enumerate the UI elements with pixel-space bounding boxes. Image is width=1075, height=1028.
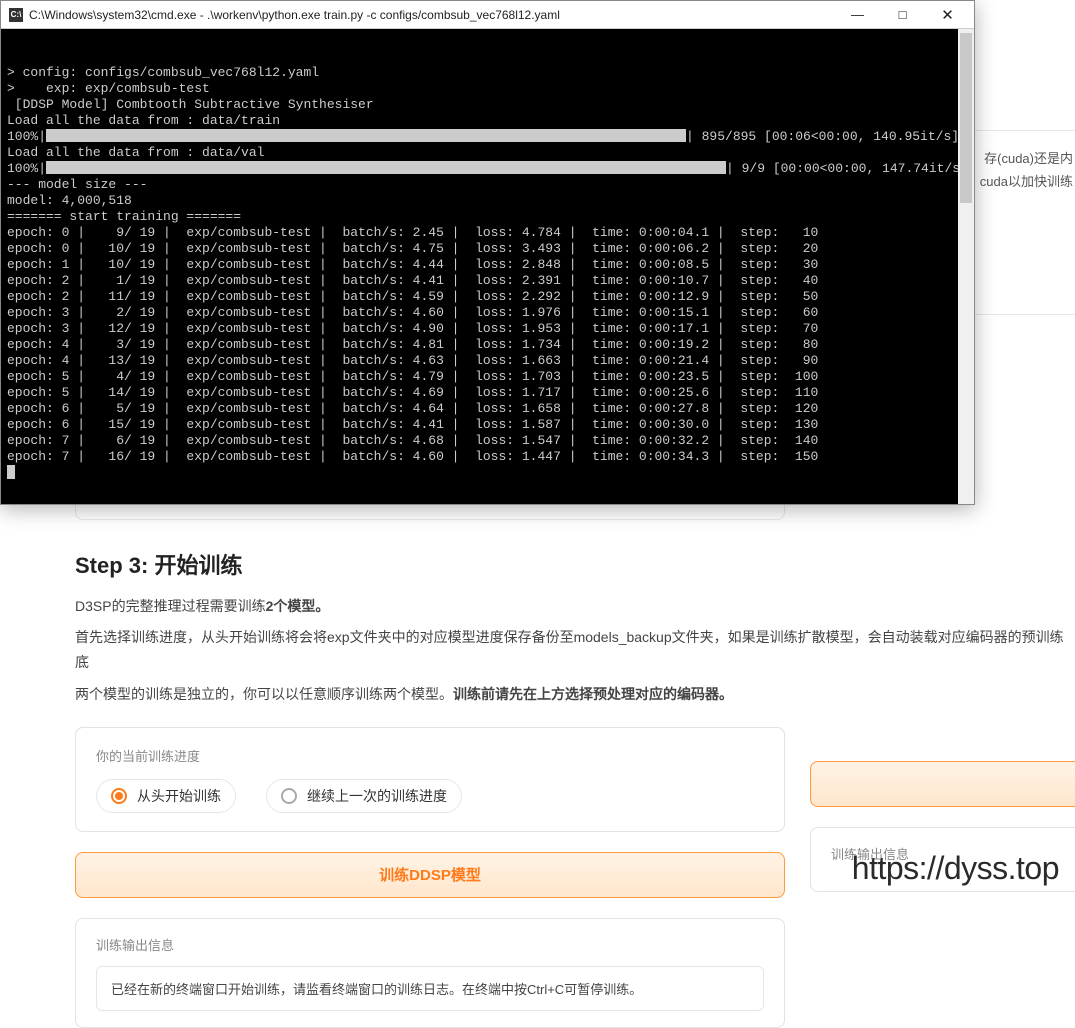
desc1b: 2个模型。 (266, 598, 330, 614)
output-message: 已经在新的终端窗口开始训练，请监看终端窗口的训练日志。在终端中按Ctrl+C可暂… (96, 966, 764, 1011)
training-progress-panel: 你的当前训练进度 从头开始训练 继续上一次的训练进度 (75, 727, 785, 832)
watermark-url: https://dyss.top (852, 850, 1059, 887)
terminal-body[interactable]: > config: configs/combsub_vec768l12.yaml… (1, 29, 974, 504)
desc3a: 两个模型的训练是独立的，你可以以任意顺序训练两个模型。 (75, 686, 453, 702)
radio-icon (111, 788, 127, 804)
radio-continue[interactable]: 继续上一次的训练进度 (266, 779, 462, 813)
train-ddsp-button[interactable]: 训练DDSP模型 (75, 852, 785, 898)
train-right-button[interactable] (810, 761, 1075, 807)
step3-desc-2: 首先选择训练进度，从头开始训练将会将exp文件夹中的对应模型进度保存备份至mod… (75, 625, 1075, 675)
terminal-scrollbar[interactable] (958, 29, 974, 504)
radio-continue-label: 继续上一次的训练进度 (307, 786, 447, 806)
scrollbar-thumb[interactable] (960, 33, 972, 203)
step3-desc-1: D3SP的完整推理过程需要训练2个模型。 (75, 594, 1075, 619)
step3-title: Step 3: 开始训练 (75, 548, 1075, 580)
minimize-button[interactable]: — (835, 1, 880, 29)
radio-restart[interactable]: 从头开始训练 (96, 779, 236, 813)
output-label: 训练输出信息 (96, 935, 764, 954)
progress-panel-label: 你的当前训练进度 (96, 746, 764, 765)
terminal-title: C:\Windows\system32\cmd.exe - .\workenv\… (29, 8, 835, 22)
desc3b: 训练前请先在上方选择预处理对应的编码器。 (453, 686, 733, 702)
radio-restart-label: 从头开始训练 (137, 786, 221, 806)
step3-desc-3: 两个模型的训练是独立的，你可以以任意顺序训练两个模型。训练前请先在上方选择预处理… (75, 682, 1075, 707)
terminal-window: C:\ C:\Windows\system32\cmd.exe - .\work… (0, 0, 975, 505)
terminal-titlebar[interactable]: C:\ C:\Windows\system32\cmd.exe - .\work… (1, 1, 974, 29)
desc1a: D3SP的完整推理过程需要训练 (75, 598, 266, 614)
cmd-icon: C:\ (9, 8, 23, 22)
maximize-button[interactable]: □ (880, 1, 925, 29)
output-panel: 训练输出信息 已经在新的终端窗口开始训练，请监看终端窗口的训练日志。在终端中按C… (75, 918, 785, 1028)
radio-icon (281, 788, 297, 804)
close-button[interactable]: ✕ (925, 1, 970, 29)
